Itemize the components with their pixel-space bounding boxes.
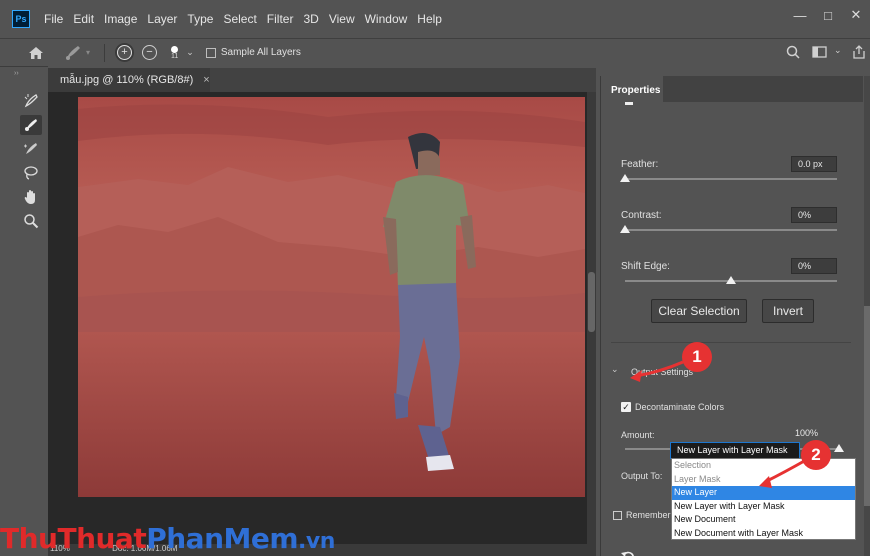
annotation-badge-1: 1 [682, 342, 712, 372]
watermark-part-3: PhanMem [146, 522, 299, 555]
watermark-part-4: .vn [298, 529, 335, 554]
annotation-arrow-1 [635, 360, 684, 378]
watermark-part-2: Thuat [57, 522, 147, 555]
annotation-arrowhead-1 [630, 370, 642, 382]
annotation-badge-2: 2 [801, 440, 831, 470]
watermark: ThuThuatPhanMem.vn [0, 522, 335, 555]
watermark-part-1: Thu [0, 522, 58, 555]
annotation-arrow-2 [764, 458, 807, 484]
annotation-arrows [630, 360, 807, 488]
